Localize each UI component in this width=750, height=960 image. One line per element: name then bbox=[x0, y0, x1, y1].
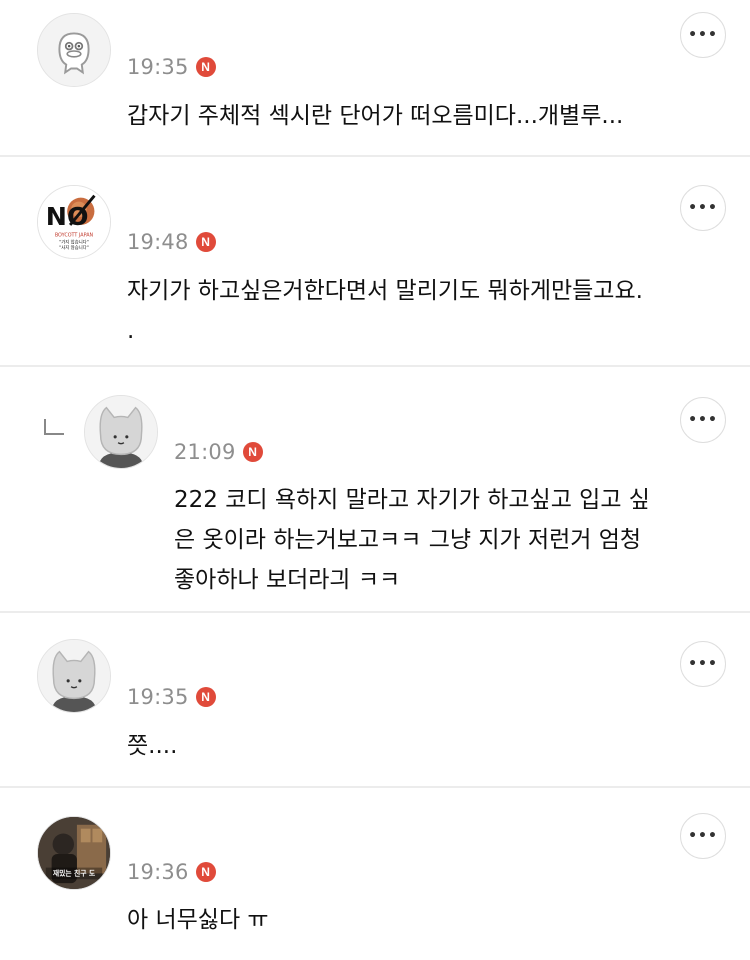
comment-text-line: 222 코디 욕하지 말라고 자기가 하고싶고 입고 싶 bbox=[174, 487, 650, 513]
comment-text-line: 좋아하나 보더라긔 ㅋㅋ bbox=[174, 567, 401, 593]
comment-item: NO BOYCOTT JAPAN "가지 않습니다" "사지 않습니다" 19:… bbox=[0, 157, 750, 367]
no-boycott-japan-avatar[interactable]: NO BOYCOTT JAPAN "가지 않습니다" "사지 않습니다" bbox=[37, 185, 111, 259]
reply-arrow-icon bbox=[44, 419, 64, 435]
more-options-button[interactable]: ••• bbox=[680, 397, 726, 443]
comment-text: 자기가 하고싶은거한다면서 말리기도 뭐하게만들고요. . bbox=[127, 271, 643, 351]
more-icon: ••• bbox=[688, 656, 718, 672]
new-badge: N bbox=[195, 687, 216, 707]
more-options-button[interactable]: ••• bbox=[680, 641, 726, 687]
comment-meta: 19:48 N bbox=[127, 230, 216, 254]
comment-meta: 19:35 N bbox=[127, 55, 216, 79]
comment-reply-item: 21:09 N 222 코디 욕하지 말라고 자기가 하고싶고 입고 싶 은 옷… bbox=[0, 367, 750, 613]
cat-avatar[interactable] bbox=[84, 395, 158, 469]
new-badge: N bbox=[195, 232, 216, 252]
more-options-button[interactable]: ••• bbox=[680, 12, 726, 58]
comment-time: 19:35 bbox=[127, 55, 189, 79]
comment-meta: 21:09 N bbox=[174, 440, 263, 464]
photo-avatar[interactable]: 재밌는 친구 도 bbox=[37, 816, 111, 890]
comment-text: 쯧.... bbox=[127, 733, 178, 759]
avatar-line-1: "가지 않습니다" bbox=[59, 238, 88, 245]
comment-text: 아 너무싫다 ㅠ bbox=[127, 907, 269, 933]
comment-time: 19:36 bbox=[127, 860, 189, 884]
more-icon: ••• bbox=[688, 828, 718, 844]
more-options-button[interactable]: ••• bbox=[680, 185, 726, 231]
comment-time: 21:09 bbox=[174, 440, 236, 464]
more-icon: ••• bbox=[688, 412, 718, 428]
comment-text: 갑자기 주체적 섹시란 단어가 떠오름미다...개별루... bbox=[127, 103, 624, 129]
comment-time: 19:35 bbox=[127, 685, 189, 709]
comment-item: 19:35 N 쯧.... ••• bbox=[0, 613, 750, 788]
comment-item: 19:35 N 갑자기 주체적 섹시란 단어가 떠오름미다...개별루... •… bbox=[0, 0, 750, 157]
avatar-line-2: "사지 않습니다" bbox=[59, 244, 88, 251]
duck-avatar[interactable] bbox=[37, 13, 111, 87]
comment-text-line: 자기가 하고싶은거한다면서 말리기도 뭐하게만들고요. bbox=[127, 278, 643, 304]
comment-meta: 19:36 N bbox=[127, 860, 216, 884]
comment-text-line: . bbox=[127, 318, 135, 344]
boycott-text: BOYCOTT JAPAN bbox=[55, 233, 94, 239]
no-logo-text: NO bbox=[46, 202, 89, 231]
comment-text-line: 은 옷이라 하는거보고ㅋㅋ 그냥 지가 저런거 엄청 bbox=[174, 527, 642, 553]
new-badge: N bbox=[242, 442, 263, 462]
cat-avatar[interactable] bbox=[37, 639, 111, 713]
new-badge: N bbox=[195, 57, 216, 77]
new-badge: N bbox=[195, 862, 216, 882]
comment-meta: 19:35 N bbox=[127, 685, 216, 709]
comment-text: 222 코디 욕하지 말라고 자기가 하고싶고 입고 싶 은 옷이라 하는거보고… bbox=[174, 480, 650, 600]
comment-item: 재밌는 친구 도 19:36 N 아 너무싫다 ㅠ ••• bbox=[0, 788, 750, 960]
more-icon: ••• bbox=[688, 27, 718, 43]
comment-time: 19:48 bbox=[127, 230, 189, 254]
more-icon: ••• bbox=[688, 200, 718, 216]
avatar-caption: 재밌는 친구 도 bbox=[53, 868, 96, 877]
more-options-button[interactable]: ••• bbox=[680, 813, 726, 859]
